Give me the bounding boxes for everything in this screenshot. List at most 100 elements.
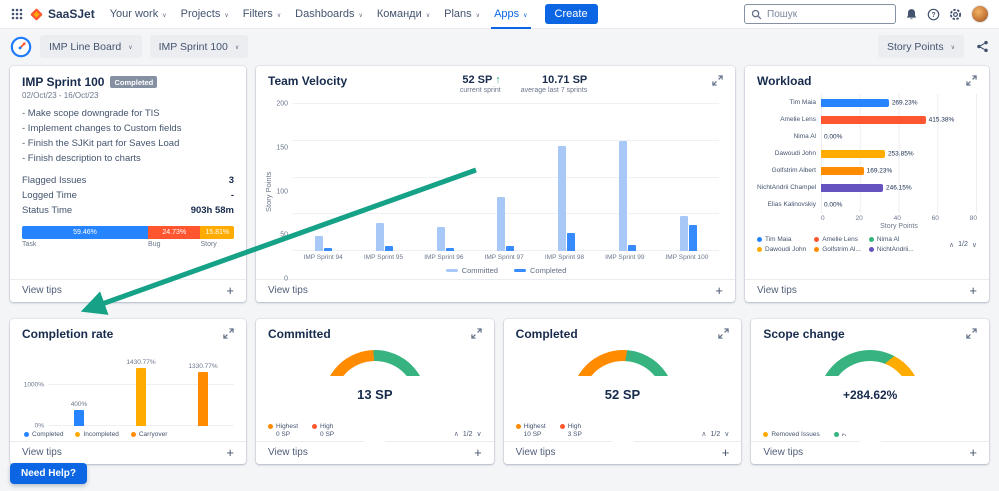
expand-icon[interactable] <box>223 327 234 339</box>
legend-item[interactable]: Amelie Lens <box>814 236 861 243</box>
view-tips-link[interactable]: View tips <box>22 447 62 458</box>
stat-value: 903h 58m <box>190 204 234 216</box>
expand-icon[interactable] <box>718 327 730 339</box>
pager-down-icon[interactable]: ∨ <box>972 241 977 249</box>
add-icon[interactable]: + <box>474 446 482 459</box>
menu-item-label: Команди <box>376 8 422 20</box>
menu-item-label: Apps <box>494 8 520 20</box>
legend-item[interactable]: Completed <box>24 431 63 438</box>
velocity-bar-group <box>558 104 576 251</box>
gauge-value: +284.62% <box>842 388 898 403</box>
menu-item-команди[interactable]: Команди ∨ <box>370 0 437 29</box>
menu-item-dashboards[interactable]: Dashboards ∨ <box>288 0 370 29</box>
brand-logo[interactable]: SaaSJet <box>30 7 95 21</box>
velocity-bar <box>688 224 697 251</box>
sprint-select[interactable]: IMP Sprint 100 ∨ <box>149 35 249 58</box>
search-box[interactable] <box>744 4 896 24</box>
legend-item[interactable]: Tim Maia <box>757 236 806 243</box>
completion-bar <box>198 371 208 426</box>
pager-down-icon[interactable]: ∨ <box>724 430 729 438</box>
settings-gear-icon[interactable] <box>949 8 962 21</box>
create-button[interactable]: Create <box>544 4 598 24</box>
legend-item[interactable]: Incompleted <box>75 431 119 438</box>
menu-item-filters[interactable]: Filters ∨ <box>236 0 288 29</box>
view-tips-link[interactable]: View tips <box>516 447 556 458</box>
legend-item[interactable]: Removed Issues <box>763 431 820 438</box>
completion-bar-group: 400% <box>57 357 101 426</box>
menu-item-your-work[interactable]: Your work ∨ <box>103 0 174 29</box>
add-icon[interactable]: + <box>722 446 730 459</box>
user-avatar[interactable] <box>971 5 989 23</box>
legend-item[interactable]: Completed <box>513 266 566 275</box>
velocity-chart: Story Points 0 50 100 150 200 IMP Sprint 94 I… <box>256 96 735 283</box>
pager-down-icon[interactable]: ∨ <box>477 430 482 438</box>
y-axis: 0 50 100 150 200 <box>273 101 293 283</box>
sprint-card-title: IMP Sprint 100 <box>22 75 105 89</box>
main-menu: Your work ∨ Projects ∨ Filters ∨ Dashboards ∨ Ко… <box>103 0 535 29</box>
velocity-bar-group <box>436 104 454 251</box>
legend-value: 3 SP <box>567 431 582 438</box>
need-help-button[interactable]: Need Help? <box>10 463 88 484</box>
menu-item-apps[interactable]: Apps ∨ <box>487 0 534 29</box>
legend-item[interactable]: Committed <box>445 266 498 275</box>
add-icon[interactable]: + <box>969 284 977 297</box>
velocity-bar <box>314 236 323 251</box>
expand-icon[interactable] <box>470 327 482 339</box>
view-tips-link[interactable]: View tips <box>22 285 62 296</box>
legend-item[interactable]: High 0 SP <box>312 423 334 438</box>
legend-item[interactable]: Highest 0 SP <box>268 423 298 438</box>
menu-item-projects[interactable]: Projects ∨ <box>174 0 236 29</box>
legend-label: Nima Al <box>876 236 900 244</box>
bar-value-label: 400% <box>70 400 88 408</box>
issue-type-label: Story <box>200 241 217 249</box>
issue-type-segment: 24.73% <box>148 226 201 240</box>
add-icon[interactable]: + <box>969 446 977 459</box>
up-arrow-icon: ↑ <box>495 74 501 86</box>
legend-item[interactable]: High 3 SP <box>559 423 582 438</box>
legend-item[interactable]: Dawoudi John <box>757 246 806 253</box>
y-tick-label: 100 <box>276 188 288 195</box>
workload-assignee-name: Elias Kalinovskiy <box>767 201 816 209</box>
menu-item-label: Your work <box>109 8 159 20</box>
legend-item[interactable]: Nima Al <box>868 236 914 244</box>
board-select[interactable]: IMP Line Board ∨ <box>40 35 142 58</box>
add-icon[interactable]: + <box>715 284 723 297</box>
pager-up-icon[interactable]: ∧ <box>701 430 706 438</box>
view-tips-link[interactable]: View tips <box>763 447 803 458</box>
pager-up-icon[interactable]: ∧ <box>949 241 954 249</box>
notifications-bell-icon[interactable] <box>905 8 918 21</box>
app-switcher-icon[interactable] <box>10 7 24 21</box>
legend-dot <box>130 432 136 437</box>
legend-label: Highest <box>523 423 546 430</box>
expand-icon[interactable] <box>966 74 977 86</box>
velocity-bar-group <box>619 104 637 251</box>
share-icon[interactable] <box>976 40 989 53</box>
velocity-plot <box>293 103 719 251</box>
search-input[interactable] <box>767 8 889 20</box>
legend-dot <box>833 432 839 437</box>
legend-item[interactable]: Carryover <box>130 431 167 438</box>
legend-item[interactable]: Golfstrim Al... <box>814 246 861 253</box>
add-icon[interactable]: + <box>226 446 234 459</box>
help-icon[interactable]: ? <box>927 8 940 21</box>
legend-label: Committed <box>461 266 498 275</box>
pager-up-icon[interactable]: ∧ <box>454 430 459 438</box>
add-icon[interactable]: + <box>226 284 234 297</box>
legend-item[interactable]: Highest 10 SP <box>515 423 546 438</box>
view-tips-link[interactable]: View tips <box>268 447 308 458</box>
sprint-select-value: IMP Sprint 100 <box>158 40 228 53</box>
completion-rate-card: Completion rate 0% 1000% 400% 1430.77% 1330… <box>10 319 246 464</box>
app-logo-icon <box>10 36 32 58</box>
expand-icon[interactable] <box>712 74 723 86</box>
legend-item[interactable]: NichtAndrii... <box>868 246 914 253</box>
y-tick-label: 0 <box>284 275 288 283</box>
legend-pager: ∧ 1/2 ∨ <box>949 241 977 249</box>
menu-item-plans[interactable]: Plans ∨ <box>437 0 487 29</box>
completion-chart: 0% 1000% 400% 1430.77% 1330.77% Completed In… <box>10 343 246 441</box>
y-tick-label: 150 <box>276 144 288 152</box>
metric-select[interactable]: Story Points ∨ <box>877 35 964 58</box>
expand-icon[interactable] <box>966 327 977 339</box>
view-tips-link[interactable]: View tips <box>268 285 308 296</box>
view-tips-link[interactable]: View tips <box>757 285 797 296</box>
sprint-stat-row: Status Time 903h 58m <box>22 204 234 219</box>
